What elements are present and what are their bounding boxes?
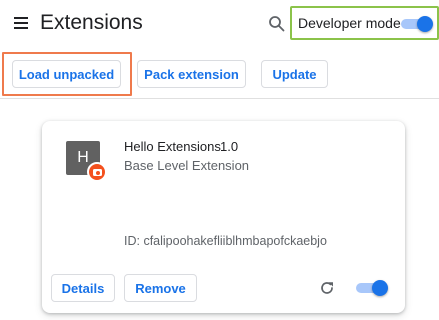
remove-button[interactable]: Remove [124, 274, 197, 302]
reload-icon[interactable] [319, 280, 335, 296]
pack-extension-button[interactable]: Pack extension [137, 60, 246, 88]
extension-version: 1.0 [220, 139, 239, 154]
update-button[interactable]: Update [261, 60, 328, 88]
menu-icon[interactable] [12, 14, 32, 32]
developer-mode-toggle[interactable] [401, 16, 433, 32]
extension-enable-toggle[interactable] [356, 280, 388, 296]
extension-name: Hello Extensions [124, 139, 221, 154]
extension-id: ID: cfalipoohakefliiblhmbapofckaebjo [124, 234, 327, 248]
search-icon[interactable] [268, 15, 286, 33]
developer-mode-label: Developer mode [298, 15, 401, 31]
load-unpacked-button[interactable]: Load unpacked [12, 60, 121, 88]
camera-badge-icon [87, 162, 107, 182]
details-button[interactable]: Details [51, 274, 115, 302]
extension-description: Base Level Extension [124, 158, 250, 173]
toolbar-divider [0, 98, 439, 99]
page-title: Extensions [40, 11, 143, 34]
